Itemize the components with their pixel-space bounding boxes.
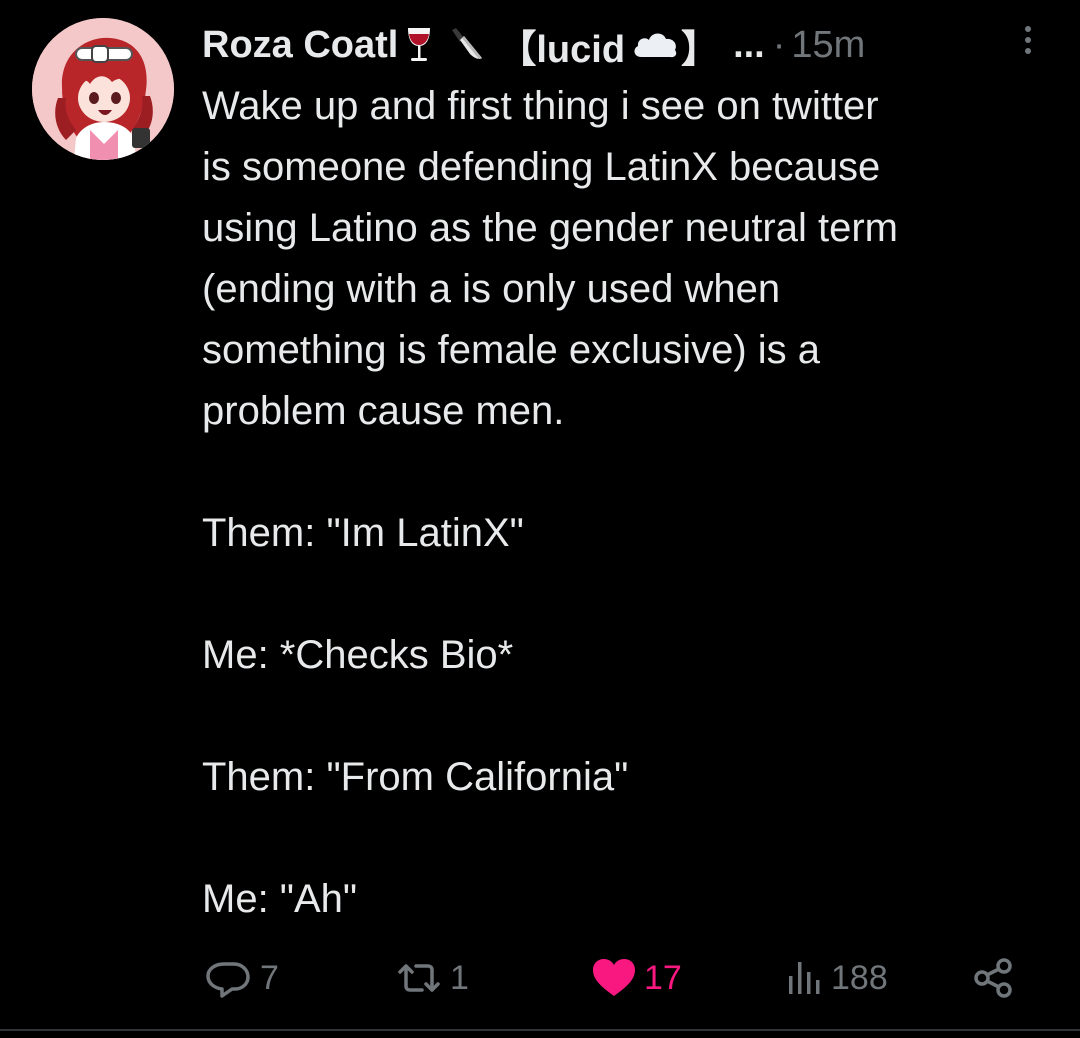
action-bar: 7 1 17 188	[0, 950, 1080, 1006]
author-name[interactable]: Roza Coatl	[202, 24, 398, 67]
heart-icon	[593, 959, 635, 996]
share-button[interactable]	[972, 950, 1016, 1006]
reply-button[interactable]: 7	[204, 950, 279, 1006]
dialogue-line: Me: *Checks Bio*	[202, 633, 514, 677]
share-icon	[974, 958, 1012, 998]
dialogue-line: Me: "Ah"	[202, 877, 358, 921]
avatar[interactable]	[32, 18, 174, 160]
views-icon	[789, 962, 820, 994]
dialogue-line: Them: "Im LatinX"	[202, 511, 524, 555]
tweet-text-line: something is female exclusive) is a	[202, 328, 821, 372]
tweet-text: Wake up and first thing i see on twitter…	[202, 76, 1052, 930]
views-button[interactable]: 188	[785, 950, 888, 1006]
repost-icon	[398, 964, 440, 992]
like-count: 17	[644, 958, 682, 997]
tweet-text-line: is someone defending LatinX because	[202, 145, 881, 189]
reply-count: 7	[260, 958, 279, 997]
name-truncation: ...	[733, 23, 765, 66]
timestamp[interactable]: 15m	[791, 24, 865, 67]
repost-button[interactable]: 1	[394, 950, 469, 1006]
reply-icon	[206, 962, 250, 998]
knife-icon	[448, 24, 484, 66]
repost-count: 1	[450, 958, 469, 997]
like-button[interactable]: 17	[590, 950, 682, 1006]
divider	[0, 1029, 1080, 1031]
dialogue-line: Them: "From California"	[202, 755, 629, 799]
more-options-icon[interactable]	[1018, 26, 1038, 60]
wine-glass-icon	[402, 24, 436, 66]
tweet-header: Roza Coatl 【lucid 】 ... · 15m	[202, 20, 1022, 71]
cloud-icon	[631, 27, 679, 63]
view-count: 188	[831, 958, 888, 997]
bio-tag-close: 】	[681, 28, 720, 71]
bio-tag-text: 【lucid	[498, 28, 626, 71]
tweet-text-line: using Latino as the gender neutral term	[202, 206, 898, 250]
tweet-text-line: problem cause men.	[202, 389, 565, 433]
separator-dot: ·	[772, 23, 786, 66]
avatar-image	[32, 18, 174, 160]
tweet-text-line: Wake up and first thing i see on twitter	[202, 84, 879, 128]
tweet-text-line: (ending with a is only used when	[202, 267, 781, 311]
